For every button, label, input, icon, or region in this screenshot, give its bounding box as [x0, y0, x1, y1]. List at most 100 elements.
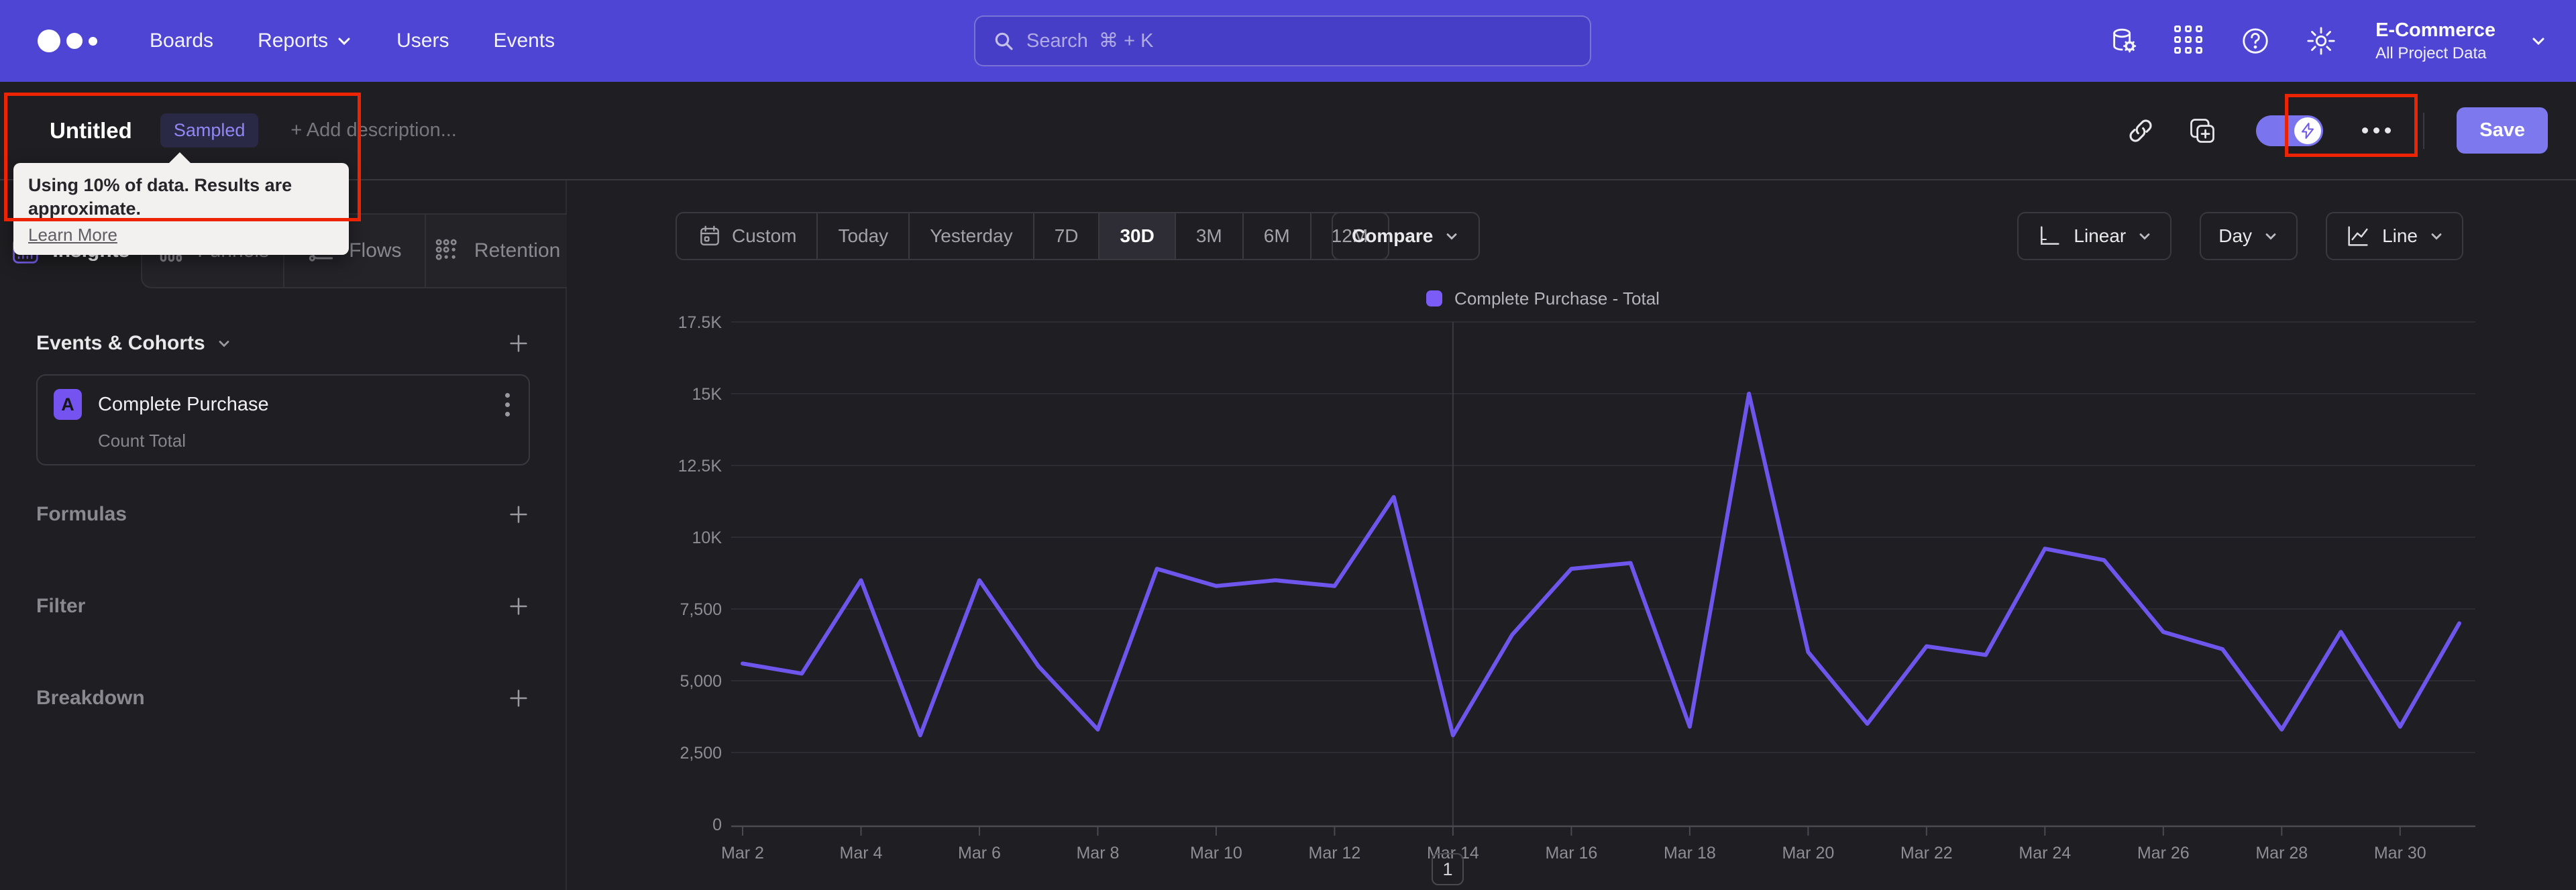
event-options-icon[interactable] [502, 390, 513, 419]
sampled-badge[interactable]: Sampled [160, 113, 259, 148]
events-cohorts-title[interactable]: Events & Cohorts [36, 332, 232, 355]
events-cohorts-header: Events & Cohorts [36, 323, 530, 364]
chevron-down-icon [338, 38, 350, 46]
search-icon [995, 32, 1013, 50]
svg-text:17.5K: 17.5K [678, 313, 722, 332]
chart-controls: Custom Today Yesterday 7D 30D 3M 6M 12M … [567, 180, 2576, 261]
scale-label: Linear [2074, 225, 2127, 246]
search-input[interactable] [1026, 30, 1572, 52]
project-scope: All Project Data [2375, 44, 2487, 62]
tab-label: Retention [474, 239, 561, 262]
range-yesterday[interactable]: Yesterday [908, 213, 1033, 259]
compare-dropdown[interactable]: Compare [1332, 212, 1481, 260]
event-name: Complete Purchase [98, 393, 269, 415]
report-toolbar: Untitled Sampled + Add description... Sa… [0, 82, 2576, 180]
event-aggregation[interactable]: Count Total [98, 431, 513, 451]
sampling-tooltip: Using 10% of data. Results are approxima… [13, 152, 349, 256]
settings-gear-icon[interactable] [2306, 25, 2337, 56]
project-switcher[interactable]: E-Commerce All Project Data [2375, 19, 2496, 63]
chart-type-dropdown[interactable]: Line [2326, 212, 2463, 260]
page-number-button[interactable]: 1 [1432, 853, 1464, 885]
event-series-badge: A [54, 389, 82, 420]
legend-swatch [1426, 290, 1443, 307]
filter-label: Filter [36, 595, 86, 617]
svg-text:Mar 20: Mar 20 [1782, 844, 1834, 863]
chevron-down-icon [2532, 38, 2544, 46]
nav-item-events[interactable]: Events [493, 30, 555, 52]
legend-label: Complete Purchase - Total [1454, 288, 1660, 309]
section-label: Events & Cohorts [36, 332, 205, 354]
sampling-toggle[interactable] [2256, 115, 2324, 146]
range-today[interactable]: Today [816, 213, 908, 259]
svg-text:7,500: 7,500 [680, 600, 722, 619]
chevron-down-icon [2431, 233, 2442, 240]
chart-legend[interactable]: Complete Purchase - Total [671, 287, 2415, 310]
svg-text:Mar 24: Mar 24 [2019, 844, 2071, 863]
svg-text:Mar 2: Mar 2 [721, 844, 764, 863]
range-label: 6M [1263, 225, 1290, 246]
svg-text:Mar 16: Mar 16 [1545, 844, 1597, 863]
tab-label: Flows [349, 239, 402, 262]
filter-section: Filter [36, 586, 530, 626]
nav-item-label: Events [493, 30, 555, 52]
data-management-icon[interactable] [2108, 25, 2139, 56]
svg-text:2,500: 2,500 [680, 744, 722, 763]
svg-text:Mar 26: Mar 26 [2137, 844, 2190, 863]
global-search[interactable] [974, 15, 1591, 66]
svg-text:Mar 28: Mar 28 [2255, 844, 2308, 863]
svg-text:Mar 30: Mar 30 [2374, 844, 2426, 863]
query-builder-sidebar: Insights Funnels Flows Retent [0, 180, 567, 890]
add-filter-button[interactable] [507, 595, 530, 618]
svg-text:Mar 22: Mar 22 [1900, 844, 1953, 863]
line-chart[interactable]: 17.5K 15K 12.5K 10K 7,500 5,000 2,500 0 Mar 2 Mar… [671, 309, 2509, 885]
chevron-down-icon [2265, 233, 2276, 240]
more-options-icon[interactable] [2362, 127, 2392, 133]
compare-label: Compare [1352, 225, 1434, 246]
svg-text:5,000: 5,000 [680, 672, 722, 691]
scale-dropdown[interactable]: Linear [2017, 212, 2172, 260]
tab-retention[interactable]: Retention [425, 213, 567, 288]
add-description[interactable]: + Add description... [290, 119, 456, 142]
range-3m[interactable]: 3M [1174, 213, 1242, 259]
nav-item-label: Boards [150, 30, 214, 52]
copy-link-icon[interactable] [2126, 116, 2155, 146]
add-to-board-icon[interactable] [2188, 116, 2217, 146]
chevron-down-icon [1446, 233, 1457, 240]
nav-item-reports[interactable]: Reports [258, 30, 352, 52]
svg-text:Mar 18: Mar 18 [1664, 844, 1716, 863]
interval-dropdown[interactable]: Day [2200, 212, 2298, 260]
svg-text:12.5K: 12.5K [678, 457, 722, 476]
svg-text:10K: 10K [692, 529, 722, 547]
range-custom[interactable]: Custom [677, 213, 816, 259]
svg-text:Mar 10: Mar 10 [1190, 844, 1242, 863]
range-7d[interactable]: 7D [1032, 213, 1099, 259]
help-icon[interactable] [2240, 25, 2271, 56]
report-title[interactable]: Untitled [50, 118, 132, 144]
add-breakdown-button[interactable] [507, 687, 530, 710]
chart-svg: 17.5K 15K 12.5K 10K 7,500 5,000 2,500 0 Mar 2 Mar… [678, 313, 2475, 863]
range-6m[interactable]: 6M [1242, 213, 1310, 259]
formulas-section: Formulas [36, 494, 530, 535]
toolbar-actions: Save [2126, 107, 2548, 154]
tooltip-text: Using 10% of data. Results are approxima… [28, 175, 292, 219]
range-label: 3M [1195, 225, 1222, 246]
svg-text:Mar 6: Mar 6 [958, 844, 1001, 863]
range-label: 7D [1054, 225, 1079, 246]
nav-item-boards[interactable]: Boards [150, 30, 213, 52]
breakdown-label: Breakdown [36, 687, 145, 709]
nav-item-label: Users [396, 30, 449, 52]
svg-text:Mar 8: Mar 8 [1076, 844, 1119, 863]
date-range-picker: Custom Today Yesterday 7D 30D 3M 6M 12M [676, 212, 1390, 260]
range-label: Today [838, 225, 889, 246]
mixpanel-logo-icon[interactable] [38, 30, 97, 52]
nav-item-users[interactable]: Users [396, 30, 449, 52]
learn-more-link[interactable]: Learn More [28, 225, 117, 245]
apps-grid-icon[interactable] [2174, 25, 2205, 56]
toolbar-divider [2423, 112, 2425, 149]
range-label: Yesterday [930, 225, 1013, 246]
save-button[interactable]: Save [2457, 107, 2548, 154]
event-card-complete-purchase[interactable]: A Complete Purchase Count Total [36, 374, 530, 465]
add-formula-button[interactable] [507, 503, 530, 526]
add-event-button[interactable] [507, 332, 530, 355]
range-30d[interactable]: 30D [1098, 213, 1175, 259]
